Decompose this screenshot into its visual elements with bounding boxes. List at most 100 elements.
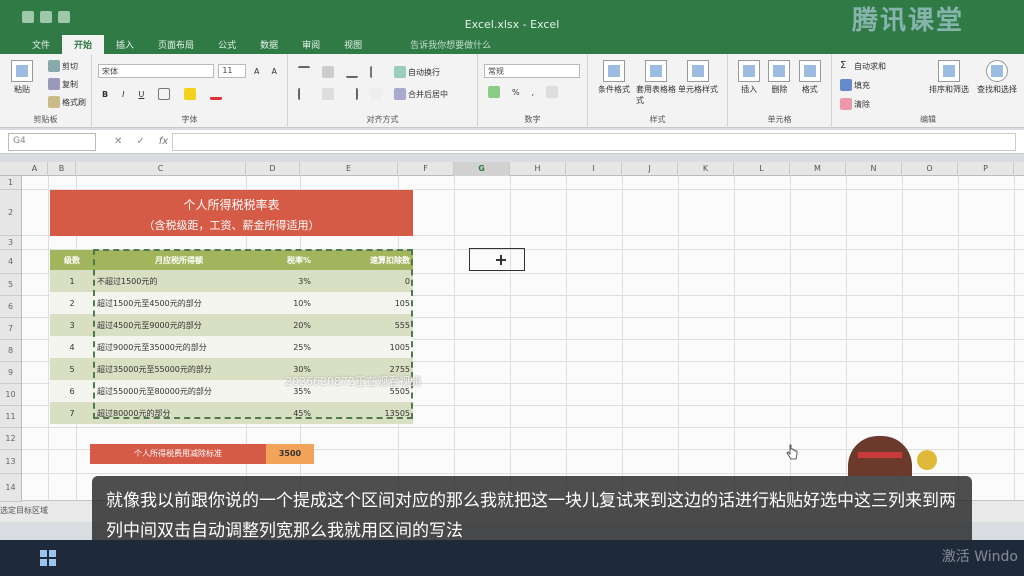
- row-header-5[interactable]: 5: [0, 274, 22, 296]
- align-left-button[interactable]: [294, 86, 314, 102]
- fx-button[interactable]: fx: [159, 136, 168, 147]
- copy-button[interactable]: 复制: [44, 76, 90, 92]
- column-header-j[interactable]: J: [622, 162, 678, 176]
- cell-level[interactable]: 3: [50, 314, 94, 336]
- sort-filter-button[interactable]: 排序和筛选: [924, 60, 974, 95]
- tab-file[interactable]: 文件: [20, 35, 62, 54]
- column-header-o[interactable]: O: [902, 162, 958, 176]
- cell-styles-button[interactable]: 单元格样式: [678, 60, 718, 106]
- conditional-format-button[interactable]: 条件格式: [594, 60, 634, 106]
- shrink-font-button[interactable]: A: [268, 64, 281, 78]
- row-header-6[interactable]: 6: [0, 296, 22, 318]
- indent-button[interactable]: [366, 86, 386, 102]
- row-header-3[interactable]: 3: [0, 236, 22, 250]
- grow-font-button[interactable]: A: [250, 64, 263, 78]
- windows-start-icon[interactable]: [40, 550, 56, 566]
- cell-deduction[interactable]: 555: [314, 314, 413, 336]
- italic-button[interactable]: I: [118, 86, 128, 102]
- format-cells-button[interactable]: 格式: [795, 60, 825, 95]
- row-header-4[interactable]: 4: [0, 250, 22, 274]
- tab-view[interactable]: 视图: [332, 35, 374, 54]
- increase-decimal-button[interactable]: [542, 84, 562, 100]
- header-deduction[interactable]: 速算扣除数: [314, 250, 413, 270]
- cell-level[interactable]: 4: [50, 336, 94, 358]
- cell-range[interactable]: 超过4500元至9000元的部分: [94, 314, 264, 336]
- cell-range[interactable]: 超过9000元至35000元的部分: [94, 336, 264, 358]
- cut-button[interactable]: 剪切: [44, 58, 90, 74]
- cell-range[interactable]: 超过35000元至55000元的部分: [94, 358, 264, 380]
- column-header-f[interactable]: F: [398, 162, 454, 176]
- deduction-value-cell[interactable]: 3500: [266, 444, 314, 464]
- header-range[interactable]: 月应税所得额: [94, 250, 264, 270]
- column-header-p[interactable]: P: [958, 162, 1014, 176]
- align-center-button[interactable]: [318, 86, 338, 102]
- row-header-1[interactable]: 1: [0, 176, 22, 190]
- percent-button[interactable]: %: [508, 84, 524, 100]
- format-as-table-button[interactable]: 套用表格格式: [636, 60, 676, 106]
- tab-page-layout[interactable]: 页面布局: [146, 35, 206, 54]
- fill-color-button[interactable]: [180, 86, 200, 102]
- cell-rate[interactable]: 45%: [264, 402, 314, 424]
- row-header-2[interactable]: 2: [0, 190, 22, 236]
- format-painter-button[interactable]: 格式刷: [44, 94, 90, 110]
- formula-input[interactable]: [172, 132, 1016, 151]
- cell-level[interactable]: 1: [50, 270, 94, 292]
- cell-deduction[interactable]: 105: [314, 292, 413, 314]
- cell-rate[interactable]: 20%: [264, 314, 314, 336]
- row-header-8[interactable]: 8: [0, 340, 22, 362]
- cell-level[interactable]: 6: [50, 380, 94, 402]
- font-color-button[interactable]: [206, 86, 226, 102]
- clear-button[interactable]: 清除: [836, 96, 890, 112]
- column-header-n[interactable]: N: [846, 162, 902, 176]
- selected-cell[interactable]: [469, 248, 525, 271]
- cell-rate[interactable]: 10%: [264, 292, 314, 314]
- cell-deduction[interactable]: 13505: [314, 402, 413, 424]
- font-name-select[interactable]: 宋体: [98, 64, 215, 78]
- cell-level[interactable]: 7: [50, 402, 94, 424]
- column-header-h[interactable]: H: [510, 162, 566, 176]
- merge-center-button[interactable]: 合并后居中: [390, 86, 452, 102]
- cell-range[interactable]: 超过55000元至80000元的部分: [94, 380, 264, 402]
- column-header-m[interactable]: M: [790, 162, 846, 176]
- find-select-button[interactable]: 查找和选择: [972, 60, 1022, 95]
- align-right-button[interactable]: [342, 86, 362, 102]
- column-header-g[interactable]: G: [454, 162, 510, 176]
- column-header-b[interactable]: B: [48, 162, 76, 176]
- tab-review[interactable]: 审阅: [290, 35, 332, 54]
- number-format-select[interactable]: 常规: [484, 64, 580, 78]
- deduction-label-cell[interactable]: 个人所得税费用减除标准: [90, 444, 266, 464]
- paste-button[interactable]: 粘贴: [4, 60, 40, 95]
- tab-formulas[interactable]: 公式: [206, 35, 248, 54]
- column-header-c[interactable]: C: [76, 162, 246, 176]
- row-header-13[interactable]: 13: [0, 450, 22, 474]
- font-size-select[interactable]: 11: [218, 64, 247, 78]
- cell-deduction[interactable]: 1005: [314, 336, 413, 358]
- tab-data[interactable]: 数据: [248, 35, 290, 54]
- column-header-l[interactable]: L: [734, 162, 790, 176]
- header-rate[interactable]: 税率%: [264, 250, 314, 270]
- cell-rate[interactable]: 3%: [264, 270, 314, 292]
- row-header-7[interactable]: 7: [0, 318, 22, 340]
- autosum-button[interactable]: Σ 自动求和: [836, 58, 890, 74]
- sheet-title-block[interactable]: 个人所得税税率表 （含税级距，工资、薪金所得适用）: [50, 190, 413, 236]
- fill-button[interactable]: 填充: [836, 77, 890, 93]
- align-bottom-button[interactable]: [342, 64, 362, 80]
- column-header-a[interactable]: A: [22, 162, 48, 176]
- header-level[interactable]: 级数: [50, 250, 94, 270]
- column-header-e[interactable]: E: [300, 162, 398, 176]
- cell-range[interactable]: 超过80000元的部分: [94, 402, 264, 424]
- formula-buttons[interactable]: ✕✓: [114, 136, 159, 147]
- underline-button[interactable]: U: [134, 86, 148, 102]
- column-header-d[interactable]: D: [246, 162, 300, 176]
- delete-cells-button[interactable]: 删除: [764, 60, 794, 95]
- align-middle-button[interactable]: [318, 64, 338, 80]
- wrap-text-button[interactable]: 自动换行: [390, 64, 444, 80]
- cell-level[interactable]: 2: [50, 292, 94, 314]
- tell-me-search[interactable]: 告诉我你想要做什么: [404, 35, 497, 54]
- currency-button[interactable]: [484, 84, 504, 100]
- row-header-11[interactable]: 11: [0, 406, 22, 428]
- insert-cells-button[interactable]: 插入: [734, 60, 764, 95]
- border-button[interactable]: [154, 86, 174, 102]
- column-header-k[interactable]: K: [678, 162, 734, 176]
- cell-range[interactable]: 超过1500元至4500元的部分: [94, 292, 264, 314]
